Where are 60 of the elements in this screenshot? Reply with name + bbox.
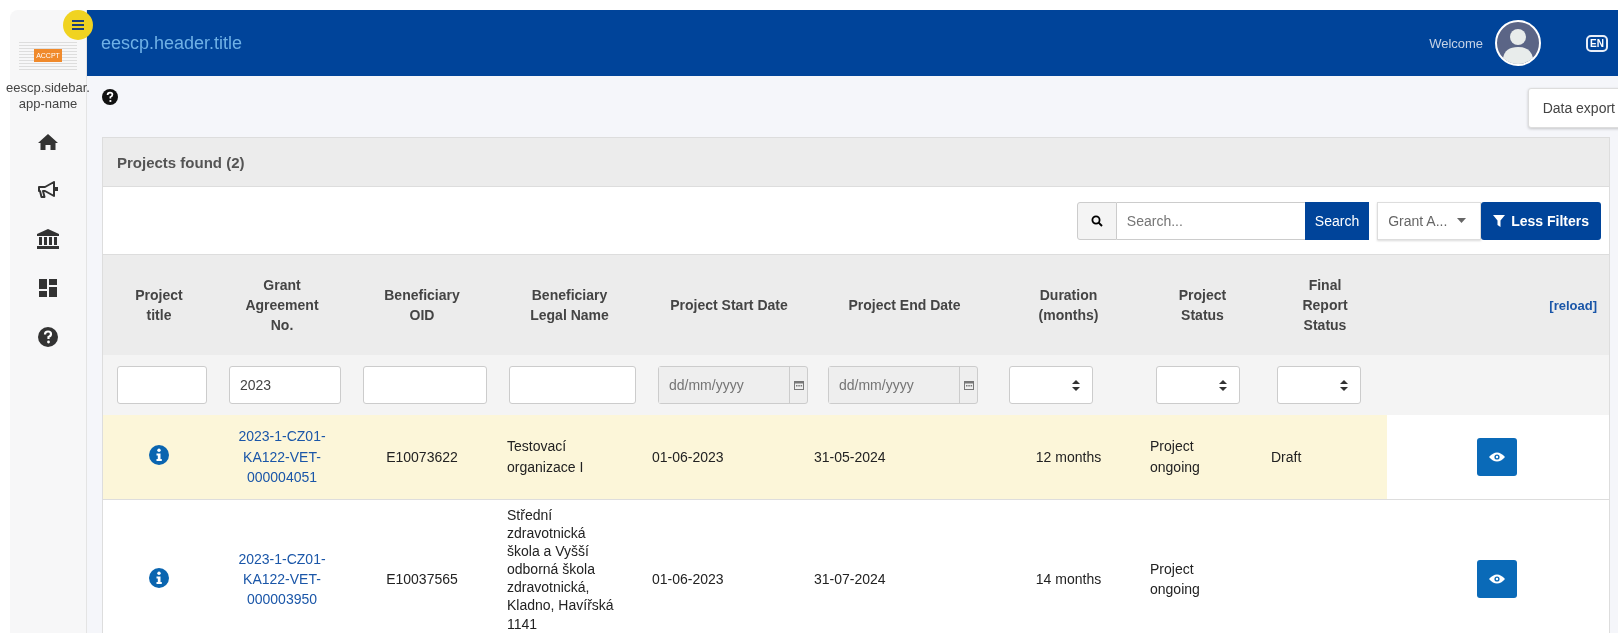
search-field[interactable]: Search... <box>1116 201 1305 240</box>
column-header: Beneficiary Legal Name <box>529 285 610 325</box>
date-filter-field[interactable]: dd/mm/yyyy <box>658 366 808 404</box>
table-cell: E10037565 <box>386 571 458 587</box>
column-header: Project title <box>134 285 184 325</box>
column-header: Duration (months) <box>1037 285 1100 325</box>
column-header: Beneficiary OID <box>383 285 461 325</box>
filter-icon <box>1493 214 1506 227</box>
table-row[interactable]: 2023-1-CZ01-KA122-VET-000003950 E10037565 Střední zdravotnická škola a Vyšší odborná škola zdravotnická, Kladno, Havířská 1141 01-06-2023 31-07-2024 14 months Project ongoing <box>103 499 1609 633</box>
calendar-icon <box>963 380 974 390</box>
search-icon <box>1090 214 1103 227</box>
table-row[interactable]: 2023-1-CZ01-KA122-VET-000004051 E10073622 Testovací organizace I 01-06-2023 31-05-2024 12 months Project ongoing Draft <box>103 415 1609 499</box>
table-cell-text: Draft <box>1271 447 1302 467</box>
header-title: eescp.header.title <box>101 32 244 54</box>
menu-button[interactable] <box>63 10 93 40</box>
info-icon[interactable] <box>149 445 169 466</box>
column-header: Grant Agreement No. <box>244 275 320 336</box>
table-cell-text: Testovací organizace I <box>507 437 585 477</box>
search-button[interactable]: Search <box>1304 201 1370 240</box>
table-cell: 01-06-2023 <box>652 571 724 587</box>
help-icon[interactable] <box>102 89 118 105</box>
data-export-button[interactable]: Data export <box>1527 88 1618 128</box>
app-name: eescp.sidebar.app-name <box>6 80 90 112</box>
table-cell-text: Střední zdravotnická škola a Vyšší odborná škola zdravotnická, Kladno, Havířská 1141 <box>507 505 615 633</box>
sort-arrows-icon <box>1340 379 1348 391</box>
language-button[interactable]: EN <box>1586 34 1608 52</box>
sort-arrows-icon <box>1219 379 1227 391</box>
column-header: Project Status <box>1177 285 1228 325</box>
eye-icon <box>1489 574 1505 584</box>
table-cell: 01-06-2023 <box>652 448 724 465</box>
card-title: Projects found (2) <box>117 153 245 171</box>
table-cell: 31-05-2024 <box>814 448 886 465</box>
grant-agreement-link[interactable]: 2023-1-CZ01-KA122-VET-000003950 <box>232 548 332 610</box>
table-cell: 31-07-2024 <box>814 571 886 587</box>
info-icon[interactable] <box>149 567 169 588</box>
column-header: Final Report Status <box>1301 275 1349 336</box>
menu-icon <box>72 20 84 30</box>
view-button[interactable] <box>1477 560 1517 598</box>
eye-icon <box>1489 451 1505 462</box>
calendar-icon <box>793 380 804 390</box>
filter-input[interactable] <box>363 366 487 404</box>
table-cell-text: Project ongoing <box>1150 437 1201 477</box>
view-button[interactable] <box>1477 437 1517 476</box>
less-filters-button[interactable]: Less Filters <box>1481 201 1601 240</box>
date-filter-field[interactable]: dd/mm/yyyy <box>828 366 978 404</box>
table-cell-text: Project ongoing <box>1150 559 1201 599</box>
sort-arrows-icon <box>1072 379 1080 391</box>
filter-input[interactable]: 2023 <box>229 366 341 404</box>
filter-input[interactable] <box>509 366 636 404</box>
avatar-icon[interactable] <box>1495 20 1542 66</box>
table-cell: 14 months <box>1035 571 1102 587</box>
column-header: Project Start Date <box>670 295 788 315</box>
reload-link[interactable]: [reload] <box>1549 297 1597 313</box>
column-select[interactable]: Grant A... <box>1377 201 1482 240</box>
filter-input[interactable] <box>117 366 207 404</box>
column-header: Project End Date <box>848 295 961 315</box>
caret-icon <box>1457 218 1467 223</box>
table-cell: E10073622 <box>386 448 458 465</box>
welcome-text: Welcome <box>1429 35 1484 51</box>
table-cell: 12 months <box>1035 448 1102 465</box>
